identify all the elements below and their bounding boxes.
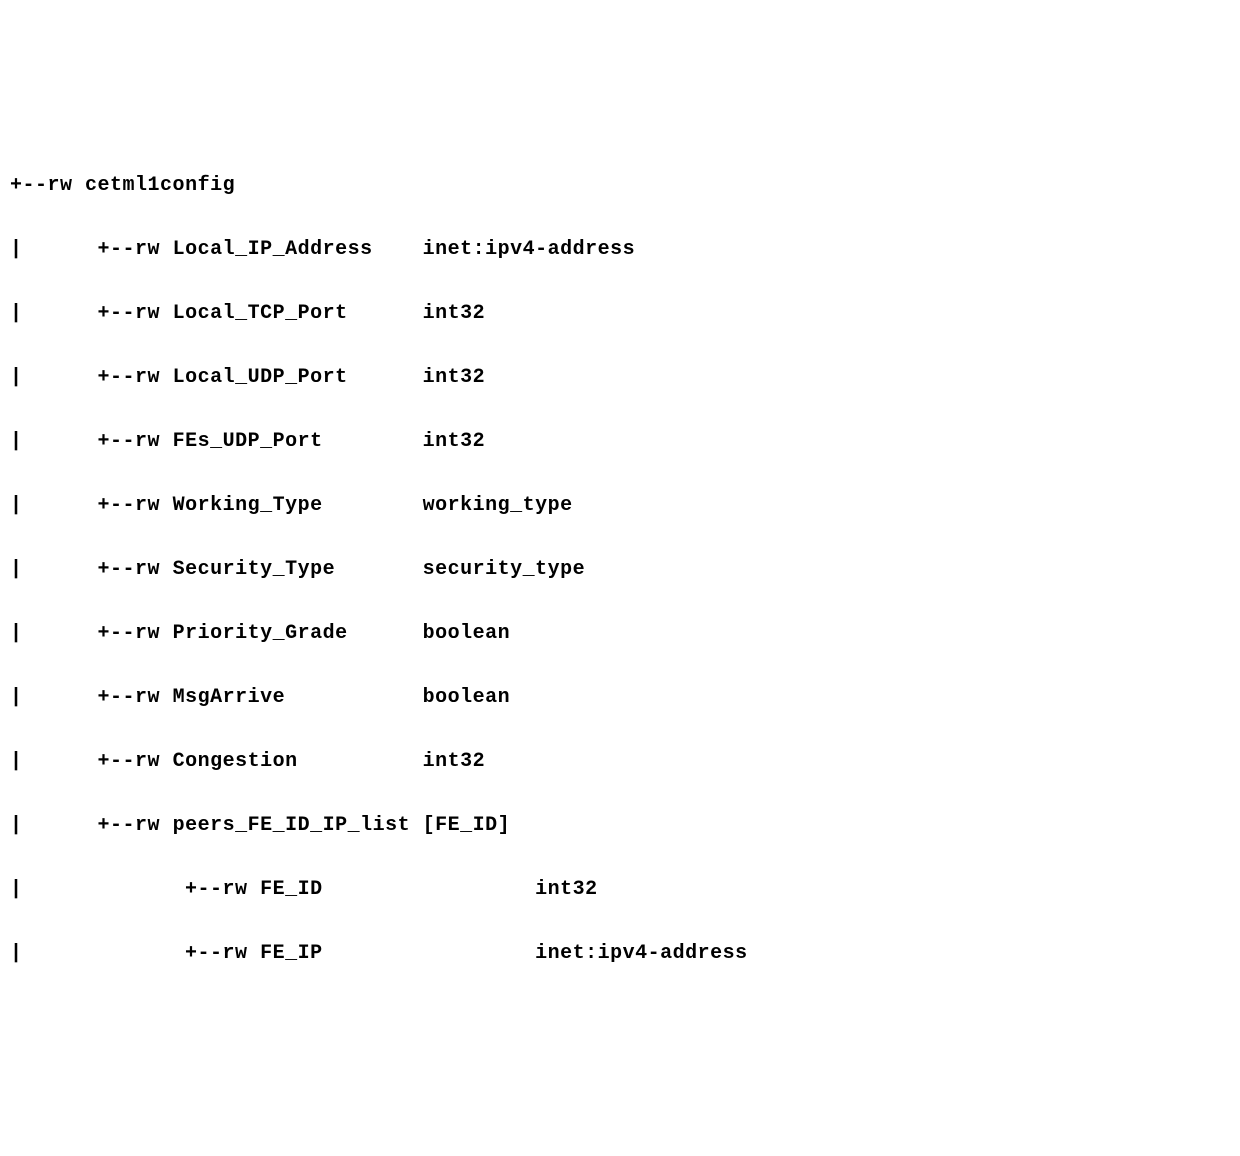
tree-prefix: | +-- xyxy=(10,426,135,458)
tree-perm: rw xyxy=(223,938,248,970)
tree-root: +--rw cetml1config xyxy=(10,170,1230,202)
tree-prefix: | +-- xyxy=(10,874,223,906)
tree-leaf: | +--rw FEs_UDP_Port int32 xyxy=(10,426,1230,458)
tree-prefix: +-- xyxy=(10,170,48,202)
tree-perm: rw xyxy=(135,810,160,842)
tree-name: Working_Type xyxy=(173,490,411,522)
tree-name: FEs_UDP_Port xyxy=(173,426,411,458)
tree-name: Local_TCP_Port xyxy=(173,298,411,330)
tree-leaf: | +--rw Local_TCP_Port int32 xyxy=(10,298,1230,330)
tree-prefix: | +-- xyxy=(10,746,135,778)
tree-perm: rw xyxy=(135,298,160,330)
tree-type: int32 xyxy=(423,426,486,458)
tree-perm: rw xyxy=(223,874,248,906)
tree-name: Priority_Grade xyxy=(173,618,411,650)
tree-type: working_type xyxy=(423,490,573,522)
tree-perm: rw xyxy=(135,362,160,394)
tree-key: [FE_ID] xyxy=(410,810,510,842)
tree-leaf: | +--rw Priority_Grade boolean xyxy=(10,618,1230,650)
tree-type: int32 xyxy=(423,746,486,778)
tree-name: Local_IP_Address xyxy=(173,234,411,266)
tree-type: int32 xyxy=(423,298,486,330)
tree-leaf: | +--rw Local_IP_Address inet:ipv4-addre… xyxy=(10,234,1230,266)
tree-type: inet:ipv4-address xyxy=(423,234,636,266)
tree-perm: rw xyxy=(135,682,160,714)
tree-prefix: | +-- xyxy=(10,682,135,714)
tree-prefix: | +-- xyxy=(10,490,135,522)
tree-perm: rw xyxy=(135,618,160,650)
tree-subleaf: | +--rw FE_ID int32 xyxy=(10,874,1230,906)
tree-leaf: | +--rw Security_Type security_type xyxy=(10,554,1230,586)
tree-prefix: | +-- xyxy=(10,298,135,330)
tree-prefix: | +-- xyxy=(10,810,135,842)
tree-perm: rw xyxy=(135,234,160,266)
tree-prefix: | +-- xyxy=(10,362,135,394)
tree-leaf: | +--rw Congestion int32 xyxy=(10,746,1230,778)
tree-prefix: | +-- xyxy=(10,554,135,586)
tree-prefix: | +-- xyxy=(10,618,135,650)
tree-perm: rw xyxy=(135,426,160,458)
tree-name: Local_UDP_Port xyxy=(173,362,411,394)
tree-type: boolean xyxy=(423,682,511,714)
tree-list: | +--rw peers_FE_ID_IP_list [FE_ID] xyxy=(10,810,1230,842)
tree-type: int32 xyxy=(510,874,598,906)
tree-name: MsgArrive xyxy=(173,682,411,714)
tree-name: peers_FE_ID_IP_list xyxy=(173,810,411,842)
tree-name: Congestion xyxy=(173,746,411,778)
tree-type: security_type xyxy=(423,554,586,586)
tree-perm: rw xyxy=(135,746,160,778)
tree-type: int32 xyxy=(423,362,486,394)
tree-name: FE_ID xyxy=(260,874,498,906)
tree-prefix: | +-- xyxy=(10,938,223,970)
yang-tree: +--rw cetml1config | +--rw Local_IP_Addr… xyxy=(10,138,1230,1002)
tree-perm: rw xyxy=(135,490,160,522)
tree-leaf: | +--rw MsgArrive boolean xyxy=(10,682,1230,714)
tree-leaf: | +--rw Working_Type working_type xyxy=(10,490,1230,522)
tree-name: cetml1config xyxy=(85,170,235,202)
tree-prefix: | +-- xyxy=(10,234,135,266)
tree-perm: rw xyxy=(135,554,160,586)
tree-name: Security_Type xyxy=(173,554,411,586)
tree-leaf: | +--rw Local_UDP_Port int32 xyxy=(10,362,1230,394)
tree-type: boolean xyxy=(423,618,511,650)
tree-perm: rw xyxy=(48,170,73,202)
tree-subleaf: | +--rw FE_IP inet:ipv4-address xyxy=(10,938,1230,970)
tree-name: FE_IP xyxy=(260,938,498,970)
tree-type: inet:ipv4-address xyxy=(510,938,748,970)
